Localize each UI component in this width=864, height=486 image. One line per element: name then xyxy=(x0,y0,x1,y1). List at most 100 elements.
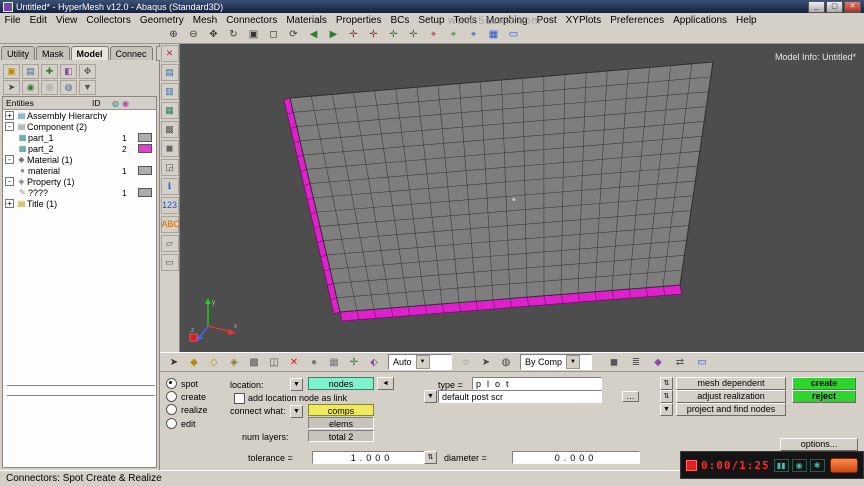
chevron-down-icon[interactable]: ▼ xyxy=(415,355,430,369)
browse-button[interactable]: ... xyxy=(622,391,639,402)
rotate-view-icon[interactable]: ↻ xyxy=(224,27,243,43)
clear-mask-icon[interactable]: ✕ xyxy=(285,354,303,371)
close-button[interactable]: ✕ xyxy=(844,0,861,13)
global-display-icon[interactable]: ◍ xyxy=(112,99,119,108)
tree-row-part2[interactable]: ▦ part_2 2 xyxy=(3,143,156,154)
create-button[interactable]: create xyxy=(792,377,856,390)
auto-combo[interactable]: Auto ▼ xyxy=(388,354,452,370)
isolate-icon[interactable]: ◍ xyxy=(60,80,77,95)
tree-row-assembly[interactable]: + ▤ Assembly Hierarchy xyxy=(3,110,156,121)
radio-dot[interactable] xyxy=(166,378,177,389)
close-panel-icon[interactable]: ✕ xyxy=(160,45,179,62)
view-page1-icon[interactable]: ▤ xyxy=(160,64,179,81)
tree-row-part1[interactable]: ▦ part_1 1 xyxy=(3,132,156,143)
wireframe-geometry-icon[interactable]: ◇ xyxy=(205,354,223,371)
project-find-dropdown-icon[interactable]: ▼ xyxy=(660,403,673,416)
collapse-icon[interactable]: - xyxy=(5,122,14,131)
xz-plane-view-icon[interactable]: ✛ xyxy=(384,27,403,43)
post-script-dropdown-icon[interactable]: ▼ xyxy=(424,390,437,403)
labels-icon[interactable]: ABC xyxy=(160,216,180,233)
tab-mask[interactable]: Mask xyxy=(36,46,70,60)
menu-item-collectors[interactable]: Collectors xyxy=(82,15,135,26)
triad-right-icon[interactable]: ⌖ xyxy=(444,27,463,43)
menu-item-bcs[interactable]: BCs xyxy=(386,15,414,26)
color-swatch[interactable] xyxy=(138,133,152,142)
zoom-in-icon[interactable]: ⊕ xyxy=(164,27,183,43)
view-page3-icon[interactable]: ▦ xyxy=(160,102,179,119)
select-pointer-icon[interactable]: ➤ xyxy=(3,80,20,95)
select-arrow-icon[interactable]: ➤ xyxy=(165,354,183,371)
tab-utility[interactable]: Utility xyxy=(1,46,35,60)
component-view-icon[interactable]: ▤ xyxy=(22,64,39,79)
mesh-lines-icon[interactable]: ▦ xyxy=(325,354,343,371)
post-script-input[interactable]: default post scr xyxy=(438,390,602,403)
radio-spot[interactable]: spot xyxy=(166,378,198,389)
sphere-display-icon[interactable]: ◍ xyxy=(497,354,515,371)
fit-view-icon[interactable]: ▣ xyxy=(244,27,263,43)
tab-model[interactable]: Model xyxy=(70,46,109,60)
swap-icon[interactable]: ⇄ xyxy=(671,354,689,371)
zoom-window-icon[interactable]: ◻ xyxy=(264,27,283,43)
iso-view-icon[interactable]: ✛ xyxy=(404,27,423,43)
feature-lines-icon[interactable]: ✛ xyxy=(345,354,363,371)
settings-icon[interactable]: ✱ xyxy=(809,458,825,472)
triad-left-icon[interactable]: ⌖ xyxy=(424,27,443,43)
yz-plane-view-icon[interactable]: ✛ xyxy=(364,27,383,43)
stop-recording-button[interactable] xyxy=(830,457,858,473)
view-wireframe-icon[interactable]: ▩ xyxy=(160,121,179,138)
expand-icon[interactable]: + xyxy=(5,199,14,208)
menu-item-mesh[interactable]: Mesh xyxy=(188,15,221,26)
maximize-button[interactable]: ▢ xyxy=(826,0,843,13)
mesh-dependent-button[interactable]: mesh dependent xyxy=(676,377,786,390)
connect-dropdown-icon[interactable]: ▼ xyxy=(290,405,303,418)
tab-connectors[interactable]: Connec xyxy=(109,46,153,60)
tree-splitter[interactable] xyxy=(7,385,155,389)
reject-button[interactable]: reject xyxy=(792,390,856,403)
radio-dot[interactable] xyxy=(166,418,177,429)
xy-plane-view-icon[interactable]: ✛ xyxy=(344,27,363,43)
radio-edit[interactable]: edit xyxy=(166,418,196,429)
tree-row-component[interactable]: - ▤ Component (2) xyxy=(3,121,156,132)
prev-view-icon[interactable]: ◀ xyxy=(304,27,323,43)
menu-item-xyplots[interactable]: XYPlots xyxy=(561,15,606,26)
note-icon[interactable]: ▭ xyxy=(160,254,179,271)
radio-create[interactable]: create xyxy=(166,391,206,402)
layers-icon[interactable]: ≣ xyxy=(627,354,645,371)
pause-icon[interactable]: ▮▮ xyxy=(773,458,789,472)
camera-icon[interactable]: ◉ xyxy=(791,458,807,472)
radio-dot[interactable] xyxy=(166,391,177,402)
entity-mode-icon[interactable]: ⬖ xyxy=(365,354,383,371)
unmask-icon[interactable]: ◫ xyxy=(265,354,283,371)
expand-tree-icon[interactable]: ✥ xyxy=(79,64,96,79)
graphics-viewport[interactable]: Model Info: Untitled* y x z xyxy=(180,44,864,352)
expand-icon[interactable]: + xyxy=(5,111,14,120)
menu-item-help[interactable]: Help xyxy=(732,15,762,26)
tree-splitter[interactable] xyxy=(7,395,155,399)
connect-elems-selector[interactable]: elems xyxy=(308,417,374,429)
filter-icon[interactable]: ▼ xyxy=(79,80,96,95)
display-options-icon[interactable]: ▦ xyxy=(484,27,503,43)
adjust-realization-cycle-icon[interactable]: ⇅ xyxy=(660,390,673,403)
menu-item-properties[interactable]: Properties xyxy=(331,15,386,26)
mesh-plate[interactable] xyxy=(180,44,864,352)
diameter-input[interactable]: 0.000 xyxy=(512,451,640,464)
solid-cube-icon[interactable]: ◼ xyxy=(605,354,623,371)
radio-realize[interactable]: realize xyxy=(166,404,208,415)
tree-row-title[interactable]: + ▤ Title (1) xyxy=(3,198,156,209)
tree-row-property[interactable]: ✎ ???? 1 xyxy=(3,187,156,198)
location-selector[interactable]: nodes xyxy=(308,377,374,390)
tree-row-material-group[interactable]: - ◆ Material (1) xyxy=(3,154,156,165)
num-layers-selector[interactable]: total 2 xyxy=(308,430,374,442)
view-page2-icon[interactable]: ▥ xyxy=(160,83,179,100)
create-collector-icon[interactable]: ▣ xyxy=(3,64,20,79)
spline-display-icon[interactable]: ◌ xyxy=(457,354,475,371)
mesh-dependent-cycle-icon[interactable]: ⇅ xyxy=(660,377,673,390)
hidden-line-icon[interactable]: ◈ xyxy=(225,354,243,371)
connect-comps-selector[interactable]: comps xyxy=(308,404,374,416)
location-reset-button[interactable]: ◄ xyxy=(377,377,394,390)
monitor-icon[interactable]: ▭ xyxy=(693,354,711,371)
tree-row-property-group[interactable]: - ◈ Property (1) xyxy=(3,176,156,187)
tolerance-input[interactable]: 1.000 xyxy=(312,451,432,464)
bycomp-combo[interactable]: By Comp ▼ xyxy=(520,354,592,370)
triad-top-icon[interactable]: ⌖ xyxy=(464,27,483,43)
